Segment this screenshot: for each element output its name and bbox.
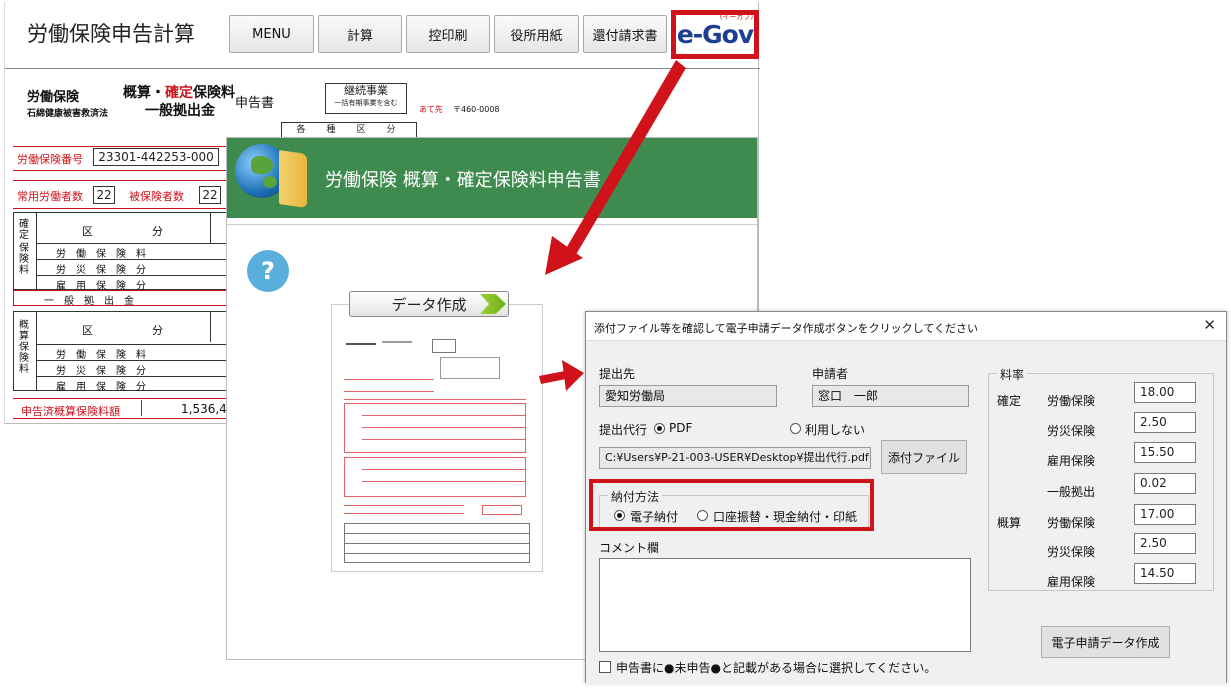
confirmed-accident-rate[interactable]: 2.50 bbox=[1134, 412, 1196, 433]
insured-label: 被保険者数 bbox=[129, 190, 184, 203]
regular-workers-count: 22 bbox=[93, 186, 115, 204]
continuing-business-box: 継続事業 一括有期事業を含む bbox=[325, 83, 407, 114]
red-rule bbox=[13, 418, 228, 419]
confirmed-premium-table: 確定 保険料 区 分 労 働 保 険 料 労 災 保 険 分 雇 用 保 険 分 bbox=[13, 212, 228, 292]
data-create-label: データ作成 bbox=[391, 295, 467, 314]
attach-file-button[interactable]: 添付ファイル bbox=[881, 440, 967, 474]
header-divider bbox=[5, 68, 760, 69]
row2-employment-share: 雇 用 保 険 分 bbox=[56, 382, 146, 393]
comment-label: コメント欄 bbox=[599, 541, 660, 555]
attachment-path-field: C:¥Users¥P-21-003-USER¥Desktop¥提出代行.pdf bbox=[599, 447, 871, 469]
dialog-title: 添付ファイル等を確認して電子申請データ作成ボタンをクリックしてください bbox=[594, 322, 979, 335]
declared-premium-label: 申告済概算保険料額 bbox=[21, 405, 120, 418]
col-kubun-2: 区 bbox=[82, 324, 93, 337]
confirmed-side-label-2: 保険料 bbox=[19, 243, 29, 276]
payment-method-highlight bbox=[589, 479, 874, 531]
estimated-labor-rate[interactable]: 17.00 bbox=[1134, 504, 1196, 525]
confirmed-employment-rate[interactable]: 15.50 bbox=[1134, 442, 1196, 463]
general-contribution-label: 一 般 拠 出 金 bbox=[44, 296, 134, 307]
address-label: あて先 bbox=[419, 105, 443, 114]
insurance-number: 23301-442253-000 bbox=[93, 148, 219, 166]
estimated-employment-label: 雇用保険 bbox=[1047, 575, 1096, 589]
form-heading-1b: 概算・確定保険料 bbox=[123, 85, 235, 101]
submit-to-label: 提出先 bbox=[599, 367, 636, 381]
estimated-accident-rate[interactable]: 2.50 bbox=[1134, 533, 1196, 554]
proxy-pdf-label: PDF bbox=[669, 421, 693, 435]
confirmed-labor-label: 労働保険 bbox=[1047, 394, 1096, 408]
banner-divider bbox=[227, 224, 757, 225]
row-accident-share: 労 災 保 険 分 bbox=[56, 265, 146, 276]
confirmed-employment-label: 雇用保険 bbox=[1047, 454, 1096, 468]
comment-textarea[interactable] bbox=[599, 558, 971, 652]
rates-legend: 料率 bbox=[997, 366, 1028, 383]
data-create-button[interactable]: データ作成 bbox=[349, 291, 509, 317]
row2-accident-share: 労 災 保 険 分 bbox=[56, 366, 146, 377]
estimated-side-label: 概算保険料 bbox=[19, 320, 29, 375]
red-rule bbox=[13, 398, 228, 399]
col-kubun: 区 bbox=[82, 225, 93, 238]
red-rule bbox=[13, 146, 228, 147]
proxy-pdf-radio[interactable] bbox=[654, 423, 665, 434]
window-title: 労働保険 概算・確定保険料申告書 bbox=[325, 170, 601, 191]
proxy-none-label: 利用しない bbox=[805, 423, 866, 437]
confirmed-general-rate[interactable]: 0.02 bbox=[1134, 473, 1196, 494]
refund-button[interactable]: 還付請求書 bbox=[583, 15, 667, 53]
red-rule bbox=[13, 208, 228, 209]
form-heading-1: 労働保険 bbox=[27, 90, 80, 105]
egov-button[interactable]: e-Gov (イーガブ) bbox=[671, 10, 759, 59]
estimated-premium-table: 概算保険料 区 分 労 働 保 険 料 労 災 保 険 分 雇 用 保 険 分 bbox=[13, 311, 228, 393]
regular-workers-label: 常用労働者数 bbox=[17, 190, 83, 203]
red-rule bbox=[13, 170, 228, 171]
confirmed-labor-rate[interactable]: 18.00 bbox=[1134, 382, 1196, 403]
confirmed-accident-label: 労災保険 bbox=[1047, 424, 1096, 438]
estimated-employment-rate[interactable]: 14.50 bbox=[1134, 563, 1196, 584]
row-labor-premium: 労 働 保 険 料 bbox=[56, 249, 146, 260]
confirmed-side-label: 確定 bbox=[19, 219, 29, 241]
estimated-label: 概算 bbox=[997, 516, 1022, 530]
general-contribution-row: 一 般 拠 出 金 bbox=[13, 290, 228, 307]
applicant-field: 窓口 一郎 bbox=[812, 385, 969, 407]
form-heading-2: 石綿健康被害救済法 bbox=[27, 109, 109, 119]
submit-to-field: 愛知労働局 bbox=[599, 385, 777, 407]
confirmed-general-label: 一般拠出 bbox=[1047, 485, 1096, 499]
col-bun-2: 分 bbox=[152, 324, 163, 337]
proxy-label: 提出代行 bbox=[599, 423, 648, 437]
title-banner: 労働保険 概算・確定保険料申告書 bbox=[227, 138, 757, 218]
form-heading-2b: 一般拠出金 bbox=[145, 103, 215, 119]
create-application-data-button[interactable]: 電子申請データ作成 bbox=[1041, 626, 1170, 658]
insured-count: 22 bbox=[199, 186, 221, 204]
insurance-number-label: 労働保険番号 bbox=[17, 153, 83, 166]
applicant-label: 申請者 bbox=[812, 367, 849, 381]
help-icon[interactable]: ? bbox=[247, 250, 289, 292]
form-preview bbox=[331, 304, 543, 572]
chevron-right-icon bbox=[480, 294, 506, 314]
folder-icon bbox=[279, 150, 307, 208]
estimated-accident-label: 労災保険 bbox=[1047, 545, 1096, 559]
unfiled-checkbox[interactable] bbox=[599, 661, 611, 673]
calc-button[interactable]: 計算 bbox=[318, 15, 402, 53]
proxy-none-radio[interactable] bbox=[790, 423, 801, 434]
app-title: 労働保険申告計算 bbox=[27, 22, 195, 46]
form-doc-title: 申告書 bbox=[235, 96, 275, 111]
close-icon[interactable]: ✕ bbox=[1203, 316, 1216, 334]
col-bun: 分 bbox=[152, 225, 163, 238]
print-copy-button[interactable]: 控印刷 bbox=[406, 15, 490, 53]
confirmed-label: 確定 bbox=[997, 394, 1022, 408]
estimated-labor-label: 労働保険 bbox=[1047, 516, 1096, 530]
postal-code: 〒460-0008 bbox=[453, 105, 500, 114]
unfiled-checkbox-label: 申告書に●未申告●と記載がある場合に選択してください。 bbox=[616, 661, 937, 675]
red-rule bbox=[13, 180, 228, 181]
category-header: 各 種 区 分 bbox=[281, 122, 417, 138]
menu-button[interactable]: MENU bbox=[229, 15, 314, 53]
red-rule bbox=[141, 400, 142, 416]
rates-group: 料率 確定 概算 労働保険 18.00 労災保険 2.50 雇用保険 15.50… bbox=[988, 366, 1214, 591]
row2-labor-premium: 労 働 保 険 料 bbox=[56, 350, 146, 361]
egov-logo: e-Gov (イーガブ) bbox=[676, 13, 754, 49]
office-paper-button[interactable]: 役所用紙 bbox=[494, 15, 579, 53]
